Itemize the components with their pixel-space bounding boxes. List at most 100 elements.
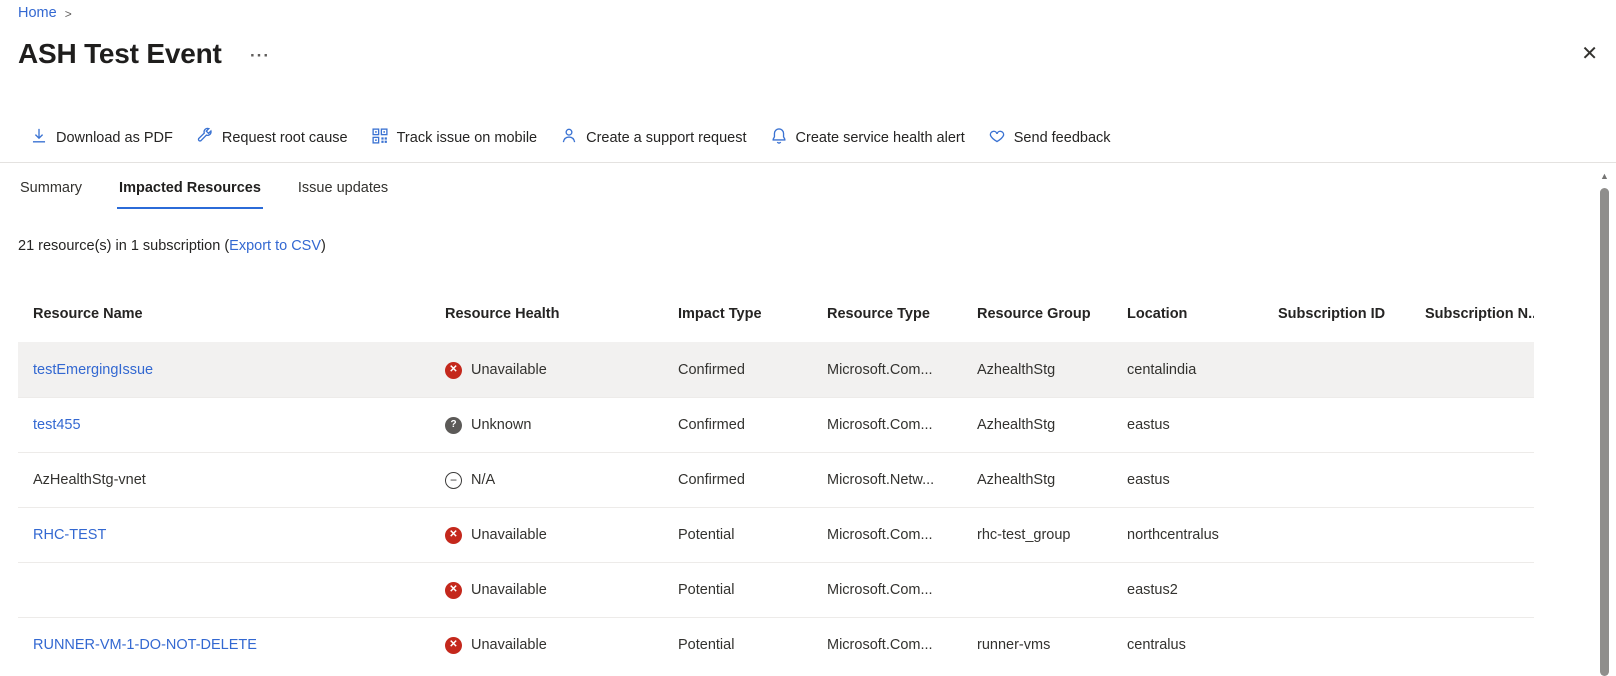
health-label: Unavailable bbox=[471, 362, 547, 378]
resources-summary-suffix: ) bbox=[321, 238, 326, 254]
resource-health-cell: ✕ Unavailable bbox=[430, 637, 663, 654]
track-issue-on-mobile-button[interactable]: Track issue on mobile bbox=[371, 127, 538, 149]
toolbar-item-label: Track issue on mobile bbox=[397, 130, 538, 146]
table-body: testEmergingIssue ✕ Unavailable Confirme… bbox=[18, 342, 1534, 672]
table-row[interactable]: testEmergingIssue ✕ Unavailable Confirme… bbox=[18, 342, 1534, 397]
column-header-resource-type: Resource Type bbox=[812, 306, 962, 322]
resource-type-cell: Microsoft.Com... bbox=[812, 362, 962, 378]
toolbar-item-label: Send feedback bbox=[1014, 130, 1111, 146]
resource-health-cell: ✕ Unavailable bbox=[430, 582, 663, 599]
resource-type-cell: Microsoft.Com... bbox=[812, 637, 962, 653]
impact-type-cell: Potential bbox=[663, 582, 812, 598]
toolbar-item-label: Create service health alert bbox=[796, 130, 965, 146]
resource-name-link: AzHealthStg-vnet bbox=[33, 472, 146, 488]
location-cell: centralus bbox=[1112, 637, 1263, 653]
health-status-icon: − bbox=[445, 472, 462, 489]
tab-issue-updates[interactable]: Issue updates bbox=[296, 174, 390, 209]
resource-group-cell: AzhealthStg bbox=[962, 472, 1112, 488]
health-status-icon: ✕ bbox=[445, 582, 462, 599]
close-icon[interactable]: ✕ bbox=[1581, 44, 1598, 64]
impact-type-cell: Potential bbox=[663, 527, 812, 543]
health-label: Unavailable bbox=[471, 637, 547, 653]
column-header-impact-type: Impact Type bbox=[663, 306, 812, 322]
request-root-cause-button[interactable]: Request root cause bbox=[196, 127, 348, 149]
health-status-icon: ✕ bbox=[445, 527, 462, 544]
resource-name-link[interactable]: RUNNER-VM-1-DO-NOT-DELETE bbox=[33, 637, 257, 653]
breadcrumb: Home > bbox=[18, 5, 72, 21]
table-row[interactable]: test455 ? Unknown Confirmed Microsoft.Co… bbox=[18, 397, 1534, 452]
resource-group-cell: AzhealthStg bbox=[962, 417, 1112, 433]
column-header-resource-group: Resource Group bbox=[962, 306, 1112, 322]
vertical-scrollbar: ▲ bbox=[1597, 167, 1612, 676]
page-title: ASH Test Event bbox=[18, 38, 222, 70]
table-row[interactable]: AzHealthStg-vnet − N/A Confirmed Microso… bbox=[18, 452, 1534, 507]
location-cell: centalindia bbox=[1112, 362, 1263, 378]
table-row[interactable]: ✕ Unavailable Potential Microsoft.Com...… bbox=[18, 562, 1534, 617]
impact-type-cell: Confirmed bbox=[663, 472, 812, 488]
tab-impacted-resources[interactable]: Impacted Resources bbox=[117, 174, 263, 209]
resource-name-cell: RHC-TEST bbox=[18, 527, 430, 543]
impact-type-cell: Potential bbox=[663, 637, 812, 653]
resource-health-cell: ? Unknown bbox=[430, 417, 663, 434]
location-cell: eastus bbox=[1112, 417, 1263, 433]
resources-summary: 21 resource(s) in 1 subscription (Export… bbox=[18, 238, 326, 254]
impact-type-cell: Confirmed bbox=[663, 417, 812, 433]
resource-type-cell: Microsoft.Com... bbox=[812, 527, 962, 543]
qr-code-icon bbox=[371, 127, 389, 149]
resource-name-link[interactable]: testEmergingIssue bbox=[33, 362, 153, 378]
health-status-icon: ✕ bbox=[445, 637, 462, 654]
resource-health-cell: ✕ Unavailable bbox=[430, 527, 663, 544]
create-support-request-button[interactable]: Create a support request bbox=[560, 127, 746, 149]
column-header-subscription-id: Subscription ID bbox=[1263, 306, 1410, 322]
toolbar-item-label: Download as PDF bbox=[56, 130, 173, 146]
toolbar-item-label: Create a support request bbox=[586, 130, 746, 146]
health-status-icon: ✕ bbox=[445, 362, 462, 379]
resource-type-cell: Microsoft.Netw... bbox=[812, 472, 962, 488]
chevron-right-icon: > bbox=[65, 7, 72, 21]
toolbar: Download as PDF Request root cause Track… bbox=[30, 127, 1111, 149]
create-service-health-alert-button[interactable]: Create service health alert bbox=[770, 127, 965, 149]
bell-icon bbox=[770, 127, 788, 149]
tab-summary[interactable]: Summary bbox=[18, 174, 84, 209]
column-header-resource-health: Resource Health bbox=[430, 306, 663, 322]
resource-health-cell: ✕ Unavailable bbox=[430, 362, 663, 379]
heart-icon bbox=[988, 127, 1006, 149]
impacted-resources-table: Resource Name Resource Health Impact Typ… bbox=[18, 285, 1534, 672]
table-row[interactable]: RHC-TEST ✕ Unavailable Potential Microso… bbox=[18, 507, 1534, 562]
resource-group-cell: AzhealthStg bbox=[962, 362, 1112, 378]
column-header-subscription-name: Subscription N... bbox=[1410, 306, 1534, 322]
health-label: N/A bbox=[471, 472, 495, 488]
wrench-icon bbox=[196, 127, 214, 149]
health-label: Unavailable bbox=[471, 527, 547, 543]
scrollbar-thumb[interactable] bbox=[1600, 188, 1609, 676]
export-to-csv-link[interactable]: Export to CSV bbox=[229, 238, 321, 254]
scroll-up-arrow-icon[interactable]: ▲ bbox=[1600, 167, 1609, 185]
resource-type-cell: Microsoft.Com... bbox=[812, 417, 962, 433]
resource-type-cell: Microsoft.Com... bbox=[812, 582, 962, 598]
health-label: Unknown bbox=[471, 417, 531, 433]
send-feedback-button[interactable]: Send feedback bbox=[988, 127, 1111, 149]
table-row[interactable]: RUNNER-VM-1-DO-NOT-DELETE ✕ Unavailable … bbox=[18, 617, 1534, 672]
tab-bar: Summary Impacted Resources Issue updates bbox=[18, 174, 390, 209]
toolbar-item-label: Request root cause bbox=[222, 130, 348, 146]
table-header: Resource Name Resource Health Impact Typ… bbox=[18, 285, 1534, 342]
resource-name-cell: test455 bbox=[18, 417, 430, 433]
breadcrumb-home-link[interactable]: Home bbox=[18, 5, 57, 21]
location-cell: eastus bbox=[1112, 472, 1263, 488]
column-header-resource-name: Resource Name bbox=[18, 306, 430, 322]
more-options-icon[interactable]: ··· bbox=[250, 46, 270, 66]
resource-name-cell: AzHealthStg-vnet bbox=[18, 472, 430, 488]
person-icon bbox=[560, 127, 578, 149]
resource-name-cell: testEmergingIssue bbox=[18, 362, 430, 378]
resource-name-cell: RUNNER-VM-1-DO-NOT-DELETE bbox=[18, 637, 430, 653]
resource-health-cell: − N/A bbox=[430, 472, 663, 489]
location-cell: eastus2 bbox=[1112, 582, 1263, 598]
divider bbox=[0, 162, 1616, 163]
resource-group-cell: rhc-test_group bbox=[962, 527, 1112, 543]
resource-name-link[interactable]: RHC-TEST bbox=[33, 527, 106, 543]
health-label: Unavailable bbox=[471, 582, 547, 598]
resources-summary-text: 21 resource(s) in 1 subscription ( bbox=[18, 238, 229, 254]
impact-type-cell: Confirmed bbox=[663, 362, 812, 378]
download-as-pdf-button[interactable]: Download as PDF bbox=[30, 127, 173, 149]
resource-name-link[interactable]: test455 bbox=[33, 417, 81, 433]
